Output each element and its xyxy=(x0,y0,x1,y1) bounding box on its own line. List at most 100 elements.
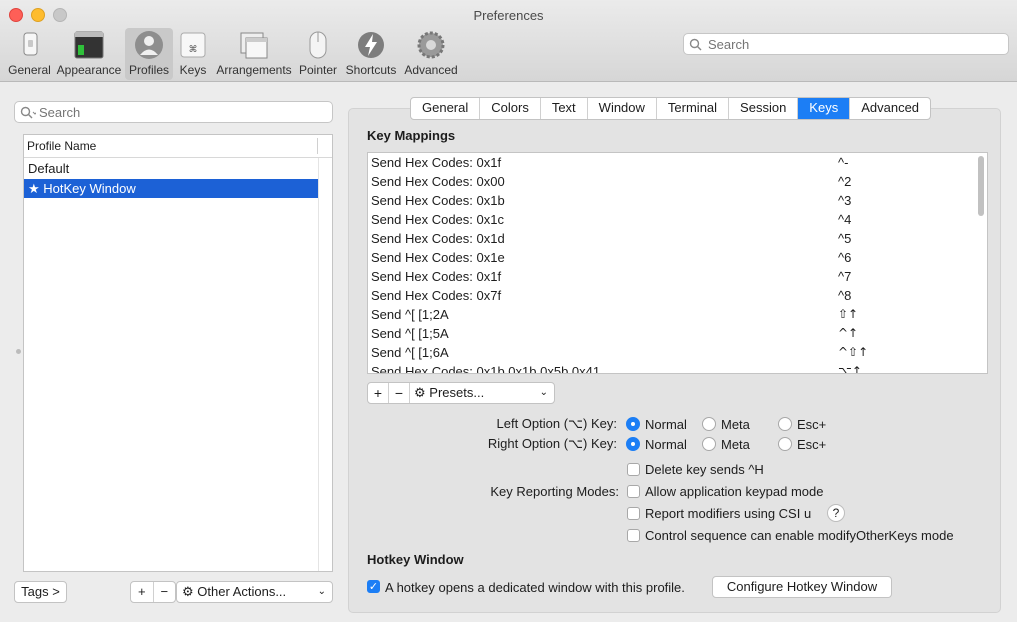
toolbar-search-input[interactable] xyxy=(706,36,990,53)
radio-label: Meta xyxy=(721,417,750,432)
scrollbar-thumb[interactable] xyxy=(978,156,984,216)
hotkey-window-title: Hotkey Window xyxy=(367,552,464,567)
modify-other-keys-checkbox[interactable] xyxy=(627,529,640,542)
gear-icon: ⚙ xyxy=(414,386,426,401)
profile-row-default[interactable]: Default xyxy=(24,159,318,178)
toolbar-general[interactable]: General xyxy=(7,28,52,80)
right-option-normal-radio[interactable] xyxy=(626,437,640,451)
mapping-action: Send Hex Codes: 0x1e xyxy=(371,250,505,265)
toolbar-appearance[interactable]: Appearance xyxy=(55,28,123,80)
modify-other-keys-label: Control sequence can enable modifyOtherK… xyxy=(645,528,954,543)
remove-mapping-button[interactable]: − xyxy=(389,383,410,403)
mapping-action: Send Hex Codes: 0x1f xyxy=(371,155,502,170)
mapping-key: ^⇧↑ xyxy=(838,345,869,359)
left-option-esc-radio[interactable] xyxy=(778,417,792,431)
key-mapping-controls: + − ⚙ Presets... ⌄ xyxy=(367,382,555,404)
toolbar-label: Arrangements xyxy=(216,63,292,77)
tab-window[interactable]: Window xyxy=(588,98,657,119)
toolbar-label: General xyxy=(8,63,51,77)
mapping-action: Send Hex Codes: 0x00 xyxy=(371,174,505,189)
radio-label: Esc+ xyxy=(797,437,827,452)
terminal-window-icon xyxy=(74,30,104,60)
delete-key-label: Delete key sends ^H xyxy=(645,462,764,477)
table-row[interactable]: Send Hex Codes: 0x1b ^3 xyxy=(371,191,981,210)
mapping-key: ^- xyxy=(838,155,849,170)
toolbar-advanced[interactable]: Advanced xyxy=(403,28,459,80)
table-row[interactable]: Send Hex Codes: 0x1e ^6 xyxy=(371,248,981,267)
right-option-esc-radio[interactable] xyxy=(778,437,792,451)
help-button[interactable]: ? xyxy=(827,504,845,522)
gear-icon xyxy=(416,30,446,60)
mapping-action: Send ^[ [1;2A xyxy=(371,307,449,322)
tab-session[interactable]: Session xyxy=(729,98,799,119)
tab-general[interactable]: General xyxy=(411,98,481,119)
profile-search-input[interactable] xyxy=(37,104,321,121)
configure-hotkey-button[interactable]: Configure Hotkey Window xyxy=(712,576,892,598)
other-actions-dropdown[interactable]: ⚙ Other Actions... ⌄ xyxy=(176,581,333,603)
add-mapping-button[interactable]: + xyxy=(368,383,389,403)
profile-name-header[interactable]: Profile Name xyxy=(24,135,332,158)
keypad-mode-checkbox[interactable] xyxy=(627,485,640,498)
table-row[interactable]: Send ^[ [1;5A ^↑ xyxy=(371,324,981,343)
window-title: Preferences xyxy=(473,8,544,23)
keypad-mode-label: Allow application keypad mode xyxy=(645,484,824,499)
table-row[interactable]: Send ^[ [1;6A ^⇧↑ xyxy=(371,343,981,362)
tab-colors[interactable]: Colors xyxy=(480,98,541,119)
table-row[interactable]: Send Hex Codes: 0x1f ^- xyxy=(371,153,981,172)
other-actions-label: Other Actions... xyxy=(197,584,287,599)
csi-u-checkbox[interactable] xyxy=(627,507,640,520)
table-row[interactable]: Send Hex Codes: 0x1b 0x1b 0x5b 0x41 ⌥↑ xyxy=(371,362,981,374)
toolbar-search[interactable] xyxy=(683,33,1009,55)
toolbar-shortcuts[interactable]: Shortcuts xyxy=(343,28,399,80)
tab-advanced[interactable]: Advanced xyxy=(850,98,930,119)
tab-keys[interactable]: Keys xyxy=(798,98,851,119)
mapping-action: Send ^[ [1;5A xyxy=(371,326,449,341)
toolbar-pointer[interactable]: Pointer xyxy=(297,28,339,80)
key-mappings-title: Key Mappings xyxy=(367,128,456,143)
add-profile-button[interactable]: + xyxy=(131,582,154,602)
hotkey-checkbox[interactable]: ✓ xyxy=(367,580,380,593)
tab-terminal[interactable]: Terminal xyxy=(657,98,730,119)
table-row[interactable]: Send ^[ [1;2A ⇧↑ xyxy=(371,305,981,324)
table-row[interactable]: Send Hex Codes: 0x1c ^4 xyxy=(371,210,981,229)
profile-row-hotkey-window[interactable]: ★ HotKey Window xyxy=(24,179,318,198)
chevron-down-icon: ⌄ xyxy=(539,387,548,398)
toolbar-profiles[interactable]: Profiles xyxy=(125,28,173,80)
presets-dropdown[interactable]: ⚙ Presets... ⌄ xyxy=(410,383,554,403)
mapping-key: ^8 xyxy=(838,288,852,303)
toolbar-label: Pointer xyxy=(298,63,338,77)
delete-key-checkbox[interactable] xyxy=(627,463,640,476)
remove-profile-button[interactable]: − xyxy=(154,582,176,602)
right-option-label: Right Option (⌥) Key: xyxy=(487,436,617,451)
csi-u-label: Report modifiers using CSI u xyxy=(645,506,812,521)
left-option-meta-radio[interactable] xyxy=(702,417,716,431)
radio-label: Esc+ xyxy=(797,417,827,432)
mapping-action: Send Hex Codes: 0x1d xyxy=(371,231,505,246)
radio-label: Normal xyxy=(645,437,687,452)
mapping-action: Send Hex Codes: 0x1b 0x1b 0x5b 0x41 xyxy=(371,364,601,374)
split-view-handle[interactable] xyxy=(16,349,21,354)
radio-label: Meta xyxy=(721,437,750,452)
tags-button[interactable]: Tags > xyxy=(14,581,67,603)
left-option-label: Left Option (⌥) Key: xyxy=(496,416,617,431)
tab-text[interactable]: Text xyxy=(541,98,588,119)
toolbar-arrangements[interactable]: Arrangements xyxy=(215,28,293,80)
table-row[interactable]: Send Hex Codes: 0x1f ^7 xyxy=(371,267,981,286)
table-row[interactable]: Send Hex Codes: 0x00 ^2 xyxy=(371,172,981,191)
list-scroll-divider xyxy=(318,158,319,571)
key-reporting-label: Key Reporting Modes: xyxy=(490,484,619,499)
mapping-key: ^7 xyxy=(838,269,852,284)
table-row[interactable]: Send Hex Codes: 0x7f ^8 xyxy=(371,286,981,305)
switch-icon xyxy=(15,30,45,60)
left-option-normal-radio[interactable] xyxy=(626,417,640,431)
right-option-meta-radio[interactable] xyxy=(702,437,716,451)
mapping-action: Send Hex Codes: 0x7f xyxy=(371,288,502,303)
table-row[interactable]: Send Hex Codes: 0x1d ^5 xyxy=(371,229,981,248)
window-titlebar: Preferences General Appearance Profiles … xyxy=(0,0,1017,82)
toolbar-keys[interactable]: ⌘ Keys xyxy=(175,28,211,80)
lightning-icon xyxy=(356,30,386,60)
toolbar-label: Advanced xyxy=(404,63,458,77)
command-key-icon: ⌘ xyxy=(178,30,208,60)
profile-search[interactable] xyxy=(14,101,333,123)
radio-label: Normal xyxy=(645,417,687,432)
